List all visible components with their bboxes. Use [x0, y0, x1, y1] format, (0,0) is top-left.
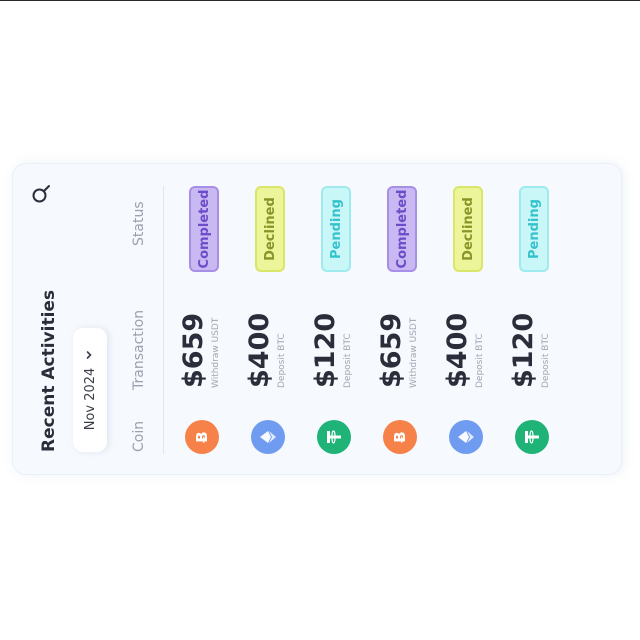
status-badge: Completed	[189, 186, 219, 272]
status-badge: Pending	[519, 186, 549, 272]
transaction-amount: $120	[508, 312, 539, 388]
transaction-description: Deposit BTC	[541, 333, 551, 388]
period-dropdown[interactable]: Nov 2024	[73, 328, 107, 452]
card: Recent Activities Nov 2024 Coin Transact…	[12, 163, 622, 475]
transaction-description: Withdraw USDT	[409, 317, 419, 388]
transaction-amount: $400	[442, 312, 473, 388]
period-label: Nov 2024	[82, 367, 98, 431]
transaction-description: Withdraw USDT	[211, 317, 221, 388]
status-badge: Declined	[453, 186, 483, 272]
transaction-amount: $659	[178, 312, 209, 388]
transaction-amount: $659	[376, 312, 407, 388]
svg-text:Ƀ: Ƀ	[193, 431, 211, 442]
column-coin: Coin	[131, 420, 147, 452]
chevron-down-icon	[83, 350, 98, 360]
bitcoin-icon: Ƀ	[185, 420, 219, 454]
divider	[163, 186, 164, 454]
table-row[interactable]: Ƀ $659 Withdraw USDT Completed	[369, 164, 435, 474]
transaction-amount: $400	[244, 312, 275, 388]
ethereum-icon	[251, 420, 285, 454]
table-header: Coin Transaction Status	[131, 164, 151, 474]
table-row[interactable]: Ƀ $659 Withdraw USDT Completed	[171, 164, 237, 474]
transaction-description: Deposit BTC	[277, 333, 287, 388]
transaction-description: Deposit BTC	[343, 333, 353, 388]
bitcoin-icon: Ƀ	[383, 420, 417, 454]
tether-icon	[317, 420, 351, 454]
page-title: Recent Activities	[39, 289, 59, 452]
top-border-line	[0, 0, 640, 1]
column-transaction: Transaction	[131, 309, 147, 390]
svg-text:Ƀ: Ƀ	[391, 431, 409, 442]
tether-icon	[515, 420, 549, 454]
transaction-description: Deposit BTC	[475, 333, 485, 388]
status-badge: Completed	[387, 186, 417, 272]
search-icon[interactable]	[31, 184, 51, 204]
status-badge: Pending	[321, 186, 351, 272]
table-row[interactable]: $120 Deposit BTC Pending	[303, 164, 369, 474]
column-status: Status	[131, 201, 147, 246]
ethereum-icon	[449, 420, 483, 454]
table-row[interactable]: $400 Deposit BTC Declined	[435, 164, 501, 474]
recent-activities-panel: Recent Activities Nov 2024 Coin Transact…	[12, 163, 622, 475]
status-badge: Declined	[255, 186, 285, 272]
table-row[interactable]: $400 Deposit BTC Declined	[237, 164, 303, 474]
transaction-amount: $120	[310, 312, 341, 388]
table-row[interactable]: $120 Deposit BTC Pending	[501, 164, 567, 474]
